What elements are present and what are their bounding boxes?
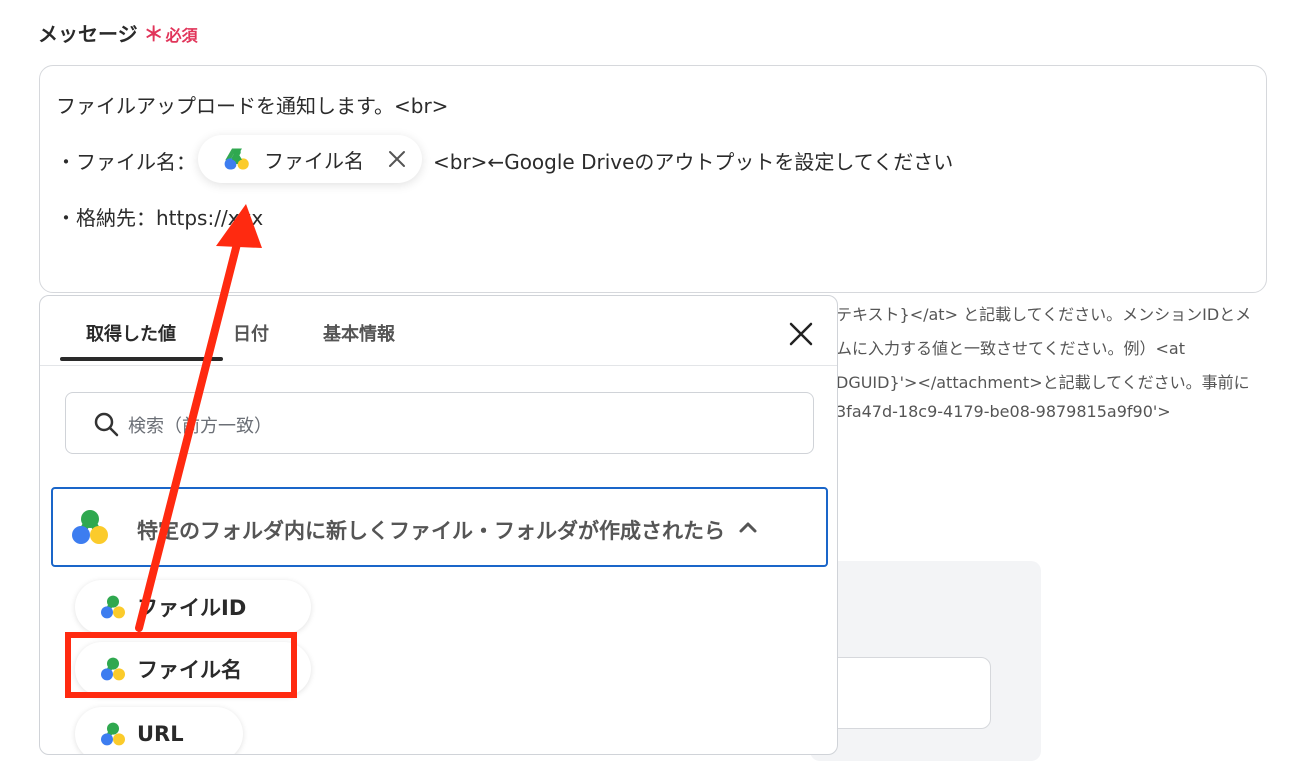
hint-line-4: 3fa47d-18c9-4179-be08-9879815a9f90'> [836,402,1171,421]
google-drive-icon [72,510,108,544]
required-text: 必須 [165,26,198,45]
tab-basic-info[interactable]: 基本情報 [323,320,395,346]
field-label: メッセージ＊必須 [38,18,198,47]
required-indicator: ＊必須 [144,22,198,46]
tab-date[interactable]: 日付 [233,320,269,346]
message-editor[interactable]: ファイルアップロードを通知します。<br> ・ファイル名： ファイル名 <br>… [39,65,1267,293]
message-line-2-suffix: <br>←Google Driveのアウトプットを設定してください [433,150,954,174]
required-star: ＊ [143,22,164,46]
hint-line-2: ムに入力する値と一致させてください。例）<at [836,339,1186,358]
search-input[interactable]: 検索（前方一致） [65,392,814,454]
google-drive-icon [224,148,249,170]
chip-label: ファイル名 [264,148,364,173]
variable-item-url[interactable]: URL [75,707,243,754]
active-tab-indicator [60,357,223,361]
message-line-2-prefix: ・ファイル名： [56,150,196,174]
message-line-3: ・格納先：https://xxx [56,206,264,230]
message-line-1: ファイルアップロードを通知します。<br> [56,94,449,118]
tab-divider [40,365,837,366]
hint-line-3: DGUID}'></attachment>と記載してください。事前に [836,373,1250,392]
variable-item-label: URL [137,722,184,746]
chevron-up-icon[interactable] [737,517,759,539]
variable-item-file-id[interactable]: ファイルID [75,580,311,634]
hint-line-1: テキスト}</at> と記載してください。メンションIDとメ [836,305,1252,324]
search-placeholder: 検索（前方一致） [128,416,272,437]
search-icon [94,412,119,437]
annotation-highlight-box [65,632,297,698]
field-label-text: メッセージ [38,22,138,46]
variable-item-label: ファイルID [137,596,247,620]
trigger-group-title: 特定のフォルダ内に新しくファイル・フォルダが作成されたら [137,519,725,543]
remove-chip-icon[interactable] [386,148,408,170]
background-input[interactable] [820,657,991,729]
file-name-variable-chip[interactable]: ファイル名 [198,135,422,183]
trigger-group-header[interactable]: 特定のフォルダ内に新しくファイル・フォルダが作成されたら [51,487,828,567]
tab-retrieved-values[interactable]: 取得した値 [86,320,176,346]
google-drive-icon [101,595,125,619]
close-icon[interactable] [788,321,814,347]
google-drive-icon [101,722,125,746]
